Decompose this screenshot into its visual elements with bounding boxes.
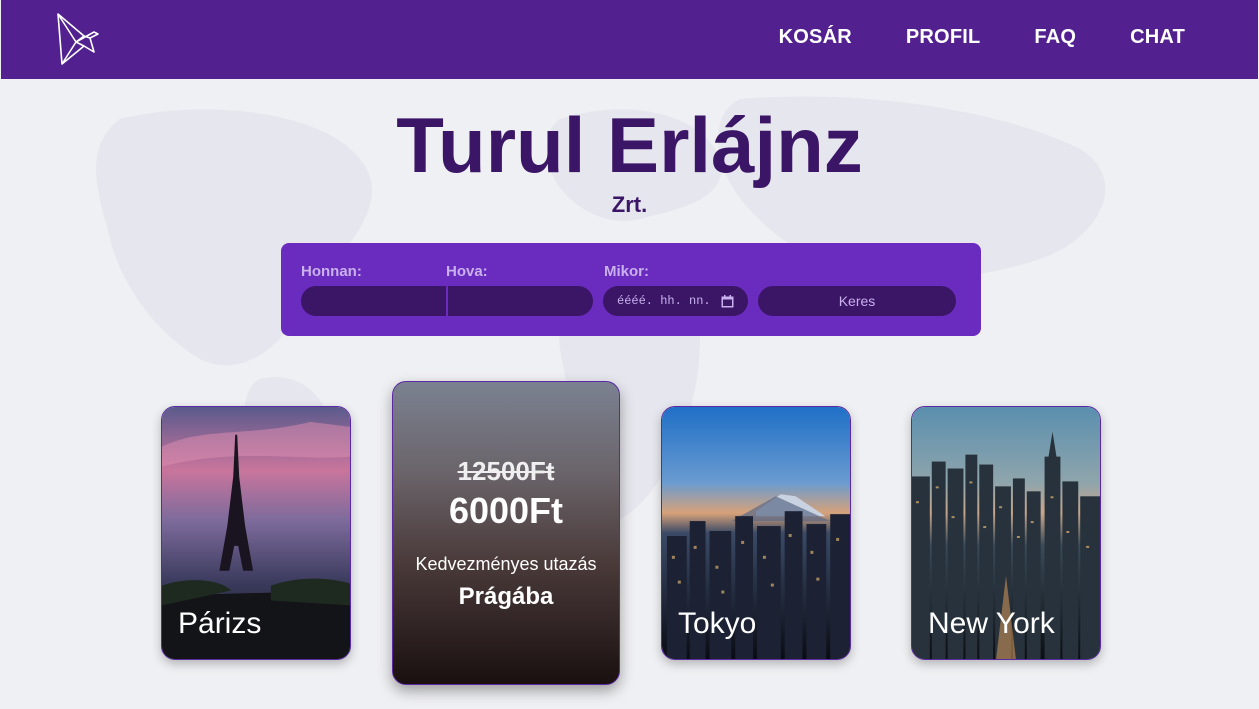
page-subtitle: Zrt.: [611, 192, 648, 217]
date-input[interactable]: éééé. hh. nn.: [603, 286, 748, 316]
destination-card-tokyo[interactable]: Tokyo: [661, 406, 851, 660]
nav-link-cart[interactable]: KOSÁR: [779, 26, 852, 49]
date-placeholder: éééé. hh. nn.: [617, 294, 711, 308]
promo-description: Kedvezményes utazás: [415, 554, 597, 574]
card-label-paris: Párizs: [178, 607, 262, 640]
nav-link-profile[interactable]: PROFIL: [906, 26, 981, 49]
promo-card-prague[interactable]: 12500Ft 6000Ft Kedvezményes utazás Prágá…: [392, 381, 620, 685]
page-title: Turul Erlájnz: [396, 101, 863, 189]
nav-link-faq[interactable]: FAQ: [1034, 26, 1076, 49]
promo-destination: Prágába: [458, 583, 554, 610]
to-label: Hova:: [446, 263, 488, 280]
bird-logo-icon[interactable]: [54, 12, 100, 66]
search-button[interactable]: Keres: [758, 286, 956, 316]
nav-link-chat[interactable]: CHAT: [1130, 26, 1185, 49]
from-label: Honnan:: [301, 263, 362, 280]
new-price: 6000Ft: [448, 490, 564, 531]
date-label: Mikor:: [604, 263, 649, 280]
destination-card-paris[interactable]: Párizs: [161, 406, 351, 660]
card-label-new-york: New York: [928, 607, 1055, 640]
flight-search-panel: Honnan: Hova: Mikor: éééé. hh. nn. Keres: [281, 243, 981, 336]
nav-links: KOSÁR PROFIL FAQ CHAT: [779, 26, 1185, 49]
from-input[interactable]: [301, 286, 446, 316]
to-input[interactable]: [448, 286, 593, 316]
calendar-icon[interactable]: [721, 294, 734, 308]
top-navbar: KOSÁR PROFIL FAQ CHAT: [1, 0, 1258, 79]
old-price: 12500Ft: [457, 456, 555, 486]
card-label-tokyo: Tokyo: [678, 607, 757, 640]
destination-card-new-york[interactable]: New York: [911, 406, 1101, 660]
